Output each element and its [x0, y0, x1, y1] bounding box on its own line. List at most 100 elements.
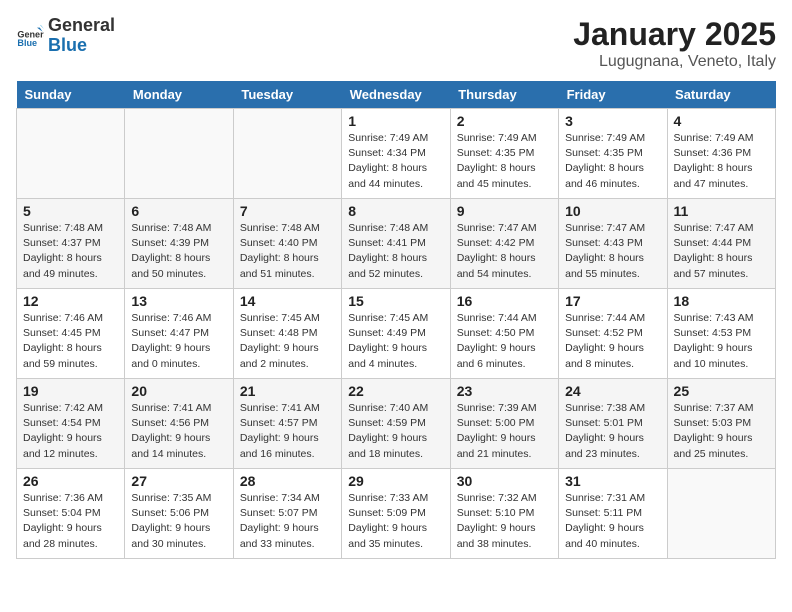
page-header: General Blue General Blue January 2025 L… — [16, 16, 776, 71]
calendar-cell — [233, 109, 341, 199]
day-info: Sunrise: 7:39 AM Sunset: 5:00 PM Dayligh… — [457, 401, 552, 462]
calendar-week-row: 26 Sunrise: 7:36 AM Sunset: 5:04 PM Dayli… — [17, 469, 776, 559]
day-number: 29 — [348, 473, 443, 489]
day-info: Sunrise: 7:34 AM Sunset: 5:07 PM Dayligh… — [240, 491, 335, 552]
calendar-cell: 19Sunrise: 7:42 AM Sunset: 4:54 PM Dayli… — [17, 379, 125, 469]
day-number: 17 — [565, 293, 660, 309]
day-info: Sunrise: 7:45 AM Sunset: 4:49 PM Dayligh… — [348, 311, 443, 372]
weekday-header-wednesday: Wednesday — [342, 81, 450, 109]
day-number: 28 — [240, 473, 335, 489]
calendar-cell: 15 Sunrise: 7:45 AM Sunset: 4:49 PM Dayli… — [342, 289, 450, 379]
calendar-cell: 4 Sunrise: 7:49 AM Sunset: 4:36 PM Daylig… — [667, 109, 775, 199]
day-info: Sunrise: 7:41 AM Sunset: 4:57 PM Dayligh… — [240, 401, 335, 462]
day-number: 10 — [565, 203, 660, 219]
day-number: 5 — [23, 203, 118, 219]
calendar-cell: 22 Sunrise: 7:40 AM Sunset: 4:59 PM Dayli… — [342, 379, 450, 469]
calendar-week-row: 19Sunrise: 7:42 AM Sunset: 4:54 PM Dayli… — [17, 379, 776, 469]
calendar-cell: 3Sunrise: 7:49 AM Sunset: 4:35 PM Daylig… — [559, 109, 667, 199]
calendar-cell — [125, 109, 233, 199]
weekday-header-thursday: Thursday — [450, 81, 558, 109]
calendar-cell: 26 Sunrise: 7:36 AM Sunset: 5:04 PM Dayli… — [17, 469, 125, 559]
calendar-cell: 28 Sunrise: 7:34 AM Sunset: 5:07 PM Dayli… — [233, 469, 341, 559]
day-info: Sunrise: 7:49 AM Sunset: 4:35 PM Dayligh… — [457, 131, 552, 192]
day-info: Sunrise: 7:38 AM Sunset: 5:01 PM Dayligh… — [565, 401, 660, 462]
day-info: Sunrise: 7:48 AM Sunset: 4:41 PM Dayligh… — [348, 221, 443, 282]
day-number: 7 — [240, 203, 335, 219]
logo-icon: General Blue — [16, 22, 44, 50]
day-number: 22 — [348, 383, 443, 399]
day-info: Sunrise: 7:31 AM Sunset: 5:11 PM Dayligh… — [565, 491, 660, 552]
calendar-cell: 5 Sunrise: 7:48 AM Sunset: 4:37 PM Daylig… — [17, 199, 125, 289]
calendar-cell: 9 Sunrise: 7:47 AM Sunset: 4:42 PM Daylig… — [450, 199, 558, 289]
calendar-week-row: 5 Sunrise: 7:48 AM Sunset: 4:37 PM Daylig… — [17, 199, 776, 289]
day-info: Sunrise: 7:33 AM Sunset: 5:09 PM Dayligh… — [348, 491, 443, 552]
weekday-header-tuesday: Tuesday — [233, 81, 341, 109]
day-info: Sunrise: 7:48 AM Sunset: 4:39 PM Dayligh… — [131, 221, 226, 282]
day-number: 27 — [131, 473, 226, 489]
calendar-cell: 27 Sunrise: 7:35 AM Sunset: 5:06 PM Dayli… — [125, 469, 233, 559]
calendar-week-row: 1Sunrise: 7:49 AM Sunset: 4:34 PM Daylig… — [17, 109, 776, 199]
day-number: 4 — [674, 113, 769, 129]
logo-general-text: General — [48, 15, 115, 35]
calendar-cell: 25 Sunrise: 7:37 AM Sunset: 5:03 PM Dayli… — [667, 379, 775, 469]
day-number: 21 — [240, 383, 335, 399]
day-info: Sunrise: 7:40 AM Sunset: 4:59 PM Dayligh… — [348, 401, 443, 462]
calendar-cell: 8Sunrise: 7:48 AM Sunset: 4:41 PM Daylig… — [342, 199, 450, 289]
day-number: 16 — [457, 293, 552, 309]
calendar-header-row: SundayMondayTuesdayWednesdayThursdayFrid… — [17, 81, 776, 109]
day-info: Sunrise: 7:44 AM Sunset: 4:50 PM Dayligh… — [457, 311, 552, 372]
day-number: 2 — [457, 113, 552, 129]
weekday-header-monday: Monday — [125, 81, 233, 109]
calendar-cell: 11 Sunrise: 7:47 AM Sunset: 4:44 PM Dayli… — [667, 199, 775, 289]
day-number: 24 — [565, 383, 660, 399]
calendar-table: SundayMondayTuesdayWednesdayThursdayFrid… — [16, 81, 776, 559]
day-number: 31 — [565, 473, 660, 489]
day-number: 13 — [131, 293, 226, 309]
calendar-cell — [667, 469, 775, 559]
calendar-cell: 2 Sunrise: 7:49 AM Sunset: 4:35 PM Daylig… — [450, 109, 558, 199]
calendar-cell: 21 Sunrise: 7:41 AM Sunset: 4:57 PM Dayli… — [233, 379, 341, 469]
day-number: 30 — [457, 473, 552, 489]
day-number: 25 — [674, 383, 769, 399]
calendar-subtitle: Lugugnana, Veneto, Italy — [573, 53, 776, 71]
weekday-header-friday: Friday — [559, 81, 667, 109]
day-info: Sunrise: 7:32 AM Sunset: 5:10 PM Dayligh… — [457, 491, 552, 552]
day-number: 26 — [23, 473, 118, 489]
day-info: Sunrise: 7:47 AM Sunset: 4:43 PM Dayligh… — [565, 221, 660, 282]
day-number: 18 — [674, 293, 769, 309]
day-number: 20 — [131, 383, 226, 399]
svg-text:Blue: Blue — [17, 38, 37, 48]
logo: General Blue General Blue — [16, 16, 115, 56]
day-number: 19 — [23, 383, 118, 399]
day-number: 15 — [348, 293, 443, 309]
day-info: Sunrise: 7:46 AM Sunset: 4:45 PM Dayligh… — [23, 311, 118, 372]
day-number: 9 — [457, 203, 552, 219]
day-info: Sunrise: 7:44 AM Sunset: 4:52 PM Dayligh… — [565, 311, 660, 372]
day-number: 1 — [348, 113, 443, 129]
day-info: Sunrise: 7:35 AM Sunset: 5:06 PM Dayligh… — [131, 491, 226, 552]
calendar-cell: 12 Sunrise: 7:46 AM Sunset: 4:45 PM Dayli… — [17, 289, 125, 379]
calendar-cell: 10 Sunrise: 7:47 AM Sunset: 4:43 PM Dayli… — [559, 199, 667, 289]
day-number: 14 — [240, 293, 335, 309]
day-info: Sunrise: 7:49 AM Sunset: 4:36 PM Dayligh… — [674, 131, 769, 192]
calendar-cell: 1Sunrise: 7:49 AM Sunset: 4:34 PM Daylig… — [342, 109, 450, 199]
calendar-cell — [17, 109, 125, 199]
calendar-cell: 23Sunrise: 7:39 AM Sunset: 5:00 PM Dayli… — [450, 379, 558, 469]
calendar-cell: 20Sunrise: 7:41 AM Sunset: 4:56 PM Dayli… — [125, 379, 233, 469]
calendar-cell: 24 Sunrise: 7:38 AM Sunset: 5:01 PM Dayli… — [559, 379, 667, 469]
day-info: Sunrise: 7:36 AM Sunset: 5:04 PM Dayligh… — [23, 491, 118, 552]
calendar-cell: 7 Sunrise: 7:48 AM Sunset: 4:40 PM Daylig… — [233, 199, 341, 289]
calendar-week-row: 12 Sunrise: 7:46 AM Sunset: 4:45 PM Dayli… — [17, 289, 776, 379]
day-info: Sunrise: 7:47 AM Sunset: 4:44 PM Dayligh… — [674, 221, 769, 282]
day-info: Sunrise: 7:48 AM Sunset: 4:40 PM Dayligh… — [240, 221, 335, 282]
day-number: 12 — [23, 293, 118, 309]
day-info: Sunrise: 7:45 AM Sunset: 4:48 PM Dayligh… — [240, 311, 335, 372]
day-info: Sunrise: 7:47 AM Sunset: 4:42 PM Dayligh… — [457, 221, 552, 282]
calendar-cell: 31 Sunrise: 7:31 AM Sunset: 5:11 PM Dayli… — [559, 469, 667, 559]
calendar-cell: 29 Sunrise: 7:33 AM Sunset: 5:09 PM Dayli… — [342, 469, 450, 559]
day-number: 11 — [674, 203, 769, 219]
calendar-cell: 6 Sunrise: 7:48 AM Sunset: 4:39 PM Daylig… — [125, 199, 233, 289]
day-number: 6 — [131, 203, 226, 219]
day-info: Sunrise: 7:37 AM Sunset: 5:03 PM Dayligh… — [674, 401, 769, 462]
day-info: Sunrise: 7:48 AM Sunset: 4:37 PM Dayligh… — [23, 221, 118, 282]
